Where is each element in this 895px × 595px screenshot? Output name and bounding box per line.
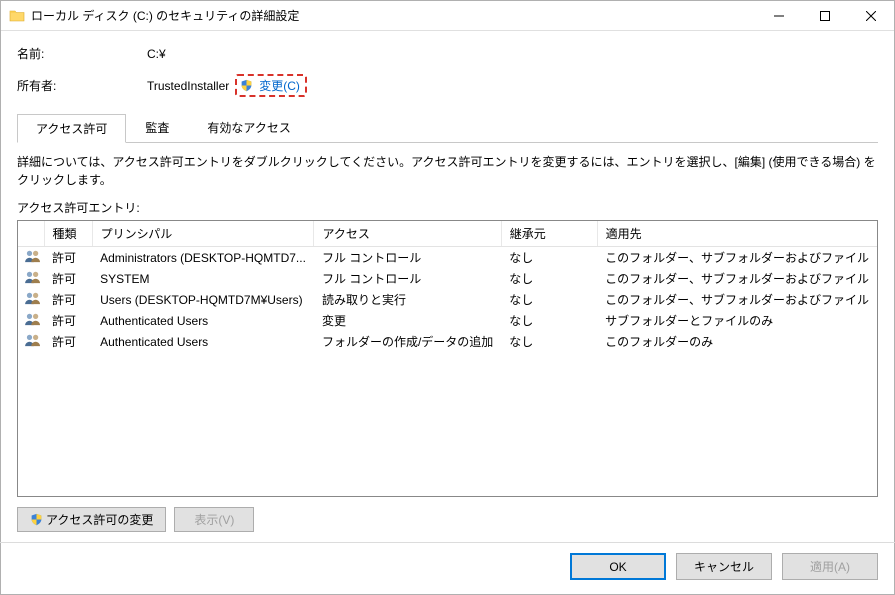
- cell-inherited: なし: [501, 268, 597, 289]
- tabpane-permissions: 詳細については、アクセス許可エントリをダブルクリックしてください。アクセス許可エ…: [17, 143, 878, 536]
- cell-principal: Authenticated Users: [92, 331, 314, 352]
- cell-inherited: なし: [501, 310, 597, 331]
- minimize-button[interactable]: [756, 1, 802, 31]
- permission-entry-row[interactable]: 許可Authenticated Users変更なしサブフォルダーとファイルのみ: [18, 310, 877, 331]
- users-icon: [24, 291, 40, 305]
- cell-principal: Administrators (DESKTOP-HQMTD7...: [92, 247, 314, 269]
- tab-effective-access[interactable]: 有効なアクセス: [188, 113, 309, 142]
- users-icon: [24, 312, 40, 326]
- tab-auditing[interactable]: 監査: [126, 113, 188, 142]
- col-principal[interactable]: プリンシパル: [92, 221, 314, 247]
- owner-label: 所有者:: [17, 77, 147, 94]
- action-row: アクセス許可の変更 表示(V): [17, 507, 878, 532]
- cell-inherited: なし: [501, 289, 597, 310]
- cell-applies: このフォルダー、サブフォルダーおよびファイル: [597, 289, 877, 310]
- change-permissions-button[interactable]: アクセス許可の変更: [17, 507, 166, 532]
- entries-label: アクセス許可エントリ:: [17, 199, 878, 216]
- shield-icon: [240, 79, 253, 92]
- cell-principal: SYSTEM: [92, 268, 314, 289]
- folder-icon: [9, 8, 25, 24]
- name-label: 名前:: [17, 45, 147, 62]
- cell-access: 変更: [314, 310, 501, 331]
- apply-button[interactable]: 適用(A): [782, 553, 878, 580]
- content-area: 名前: C:¥ 所有者: TrustedInstaller: [1, 31, 894, 536]
- users-icon: [24, 249, 40, 263]
- advanced-security-window: ローカル ディスク (C:) のセキュリティの詳細設定 名前: C:¥ 所有者:…: [0, 0, 895, 595]
- header-row: 種類 プリンシパル アクセス 継承元 適用先: [18, 221, 877, 247]
- maximize-button[interactable]: [802, 1, 848, 31]
- cell-access: フォルダーの作成/データの追加: [314, 331, 501, 352]
- cell-type: 許可: [44, 331, 92, 352]
- cell-access: フル コントロール: [314, 268, 501, 289]
- change-owner-label: 変更(C): [259, 77, 300, 94]
- cell-applies: このフォルダーのみ: [597, 331, 877, 352]
- cell-type: 許可: [44, 289, 92, 310]
- tabstrip: アクセス許可 監査 有効なアクセス: [17, 113, 878, 143]
- col-access[interactable]: アクセス: [314, 221, 501, 247]
- cell-access: フル コントロール: [314, 247, 501, 269]
- cell-inherited: なし: [501, 247, 597, 269]
- cell-principal: Authenticated Users: [92, 310, 314, 331]
- cell-type: 許可: [44, 247, 92, 269]
- permission-entry-row[interactable]: 許可Administrators (DESKTOP-HQMTD7...フル コン…: [18, 247, 877, 269]
- permission-entries-list[interactable]: 種類 プリンシパル アクセス 継承元 適用先 許可Administrators …: [17, 220, 878, 497]
- col-applies[interactable]: 適用先: [597, 221, 877, 247]
- col-type[interactable]: 種類: [44, 221, 92, 247]
- shield-icon: [30, 513, 43, 526]
- name-row: 名前: C:¥: [17, 45, 878, 62]
- cancel-button[interactable]: キャンセル: [676, 553, 772, 580]
- permission-entry-row[interactable]: 許可Authenticated Usersフォルダーの作成/データの追加なしこの…: [18, 331, 877, 352]
- view-button[interactable]: 表示(V): [174, 507, 254, 532]
- owner-row: 所有者: TrustedInstaller 変更(C): [17, 74, 878, 97]
- cell-inherited: なし: [501, 331, 597, 352]
- ok-button[interactable]: OK: [570, 553, 666, 580]
- tab-permissions[interactable]: アクセス許可: [17, 114, 126, 143]
- cell-applies: このフォルダー、サブフォルダーおよびファイル: [597, 268, 877, 289]
- dialog-footer: OK キャンセル 適用(A): [1, 543, 894, 594]
- permission-entry-row[interactable]: 許可Users (DESKTOP-HQMTD7M¥Users)読み取りと実行なし…: [18, 289, 877, 310]
- cell-applies: このフォルダー、サブフォルダーおよびファイル: [597, 247, 877, 269]
- col-icon[interactable]: [18, 221, 44, 247]
- close-button[interactable]: [848, 1, 894, 31]
- window-title: ローカル ディスク (C:) のセキュリティの詳細設定: [31, 7, 299, 24]
- col-inherited[interactable]: 継承元: [501, 221, 597, 247]
- cell-principal: Users (DESKTOP-HQMTD7M¥Users): [92, 289, 314, 310]
- permission-entry-row[interactable]: 許可SYSTEMフル コントロールなしこのフォルダー、サブフォルダーおよびファイ…: [18, 268, 877, 289]
- instruction-text: 詳細については、アクセス許可エントリをダブルクリックしてください。アクセス許可エ…: [17, 153, 878, 189]
- users-icon: [24, 270, 40, 284]
- cell-type: 許可: [44, 310, 92, 331]
- users-icon: [24, 333, 40, 347]
- change-owner-highlight: 変更(C): [235, 74, 307, 97]
- cell-access: 読み取りと実行: [314, 289, 501, 310]
- cell-applies: サブフォルダーとファイルのみ: [597, 310, 877, 331]
- cell-type: 許可: [44, 268, 92, 289]
- change-owner-link[interactable]: 変更(C): [240, 77, 300, 94]
- name-value: C:¥: [147, 47, 166, 61]
- owner-value: TrustedInstaller: [147, 79, 229, 93]
- titlebar: ローカル ディスク (C:) のセキュリティの詳細設定: [1, 1, 894, 31]
